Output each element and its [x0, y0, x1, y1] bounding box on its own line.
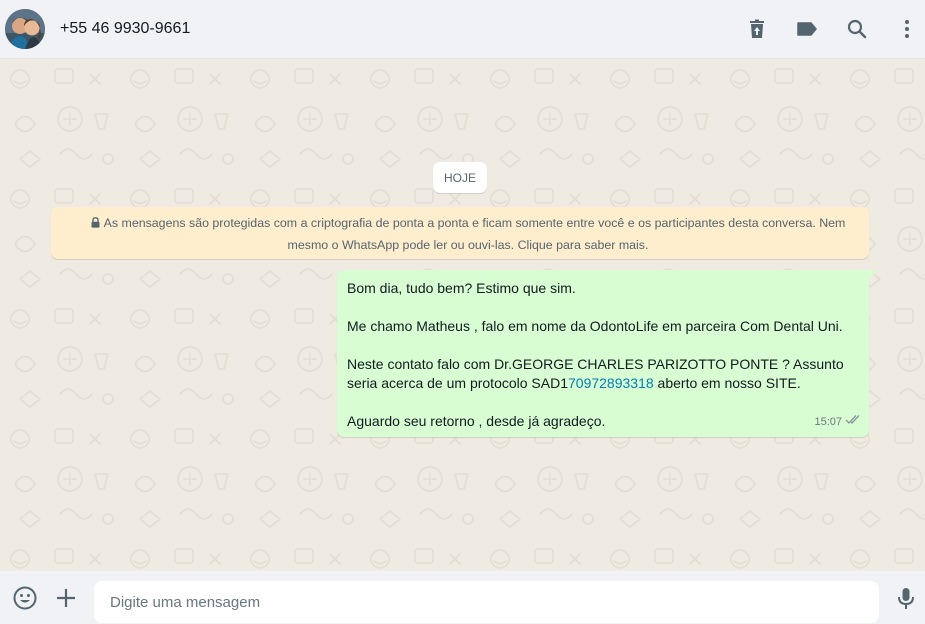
phone-number-link[interactable]: 70972893318	[568, 375, 654, 391]
date-divider: HOJE	[433, 162, 487, 193]
menu-icon[interactable]	[895, 17, 919, 41]
compose-bar	[0, 571, 925, 624]
double-check-icon	[845, 413, 861, 432]
search-icon[interactable]	[845, 17, 869, 41]
contact-name[interactable]: +55 46 9930-9661	[60, 20, 190, 38]
attach-plus-icon[interactable]	[53, 585, 79, 611]
encryption-notice-text: As mensagens são protegidas com a cripto…	[103, 216, 846, 252]
message-input[interactable]	[94, 581, 879, 623]
message-list[interactable]: HOJE As mensagens são protegidas com a c…	[0, 59, 925, 571]
message-line: Me chamo Matheus , falo em nome da Odont…	[347, 318, 843, 334]
message-line: Neste contato falo com Dr.GEORGE CHARLES…	[347, 355, 859, 393]
message-line: Aguardo seu retorno , desde já agradeço.	[347, 413, 606, 429]
message-line: Bom dia, tudo bem? Estimo que sim.	[347, 280, 576, 296]
message-meta: 15:07	[814, 413, 861, 432]
chat-header: +55 46 9930-9661	[0, 0, 925, 59]
bubble-tail	[869, 270, 877, 279]
avatar-photo	[5, 9, 45, 49]
encryption-notice[interactable]: As mensagens são protegidas com a cripto…	[51, 207, 869, 259]
message-time: 15:07	[814, 416, 842, 428]
label-icon[interactable]	[795, 17, 819, 41]
microphone-icon[interactable]	[893, 585, 919, 611]
avatar[interactable]	[5, 9, 45, 49]
emoji-icon[interactable]	[12, 585, 38, 611]
lock-icon	[91, 214, 100, 235]
outgoing-message[interactable]: Bom dia, tudo bem? Estimo que sim. Me ch…	[337, 270, 869, 437]
message-text: aberto em nosso SITE.	[653, 375, 801, 391]
whatsapp-window: +55 46 9930-9661 HOJE As mensagens são p…	[0, 0, 925, 624]
delete-icon[interactable]	[745, 17, 769, 41]
